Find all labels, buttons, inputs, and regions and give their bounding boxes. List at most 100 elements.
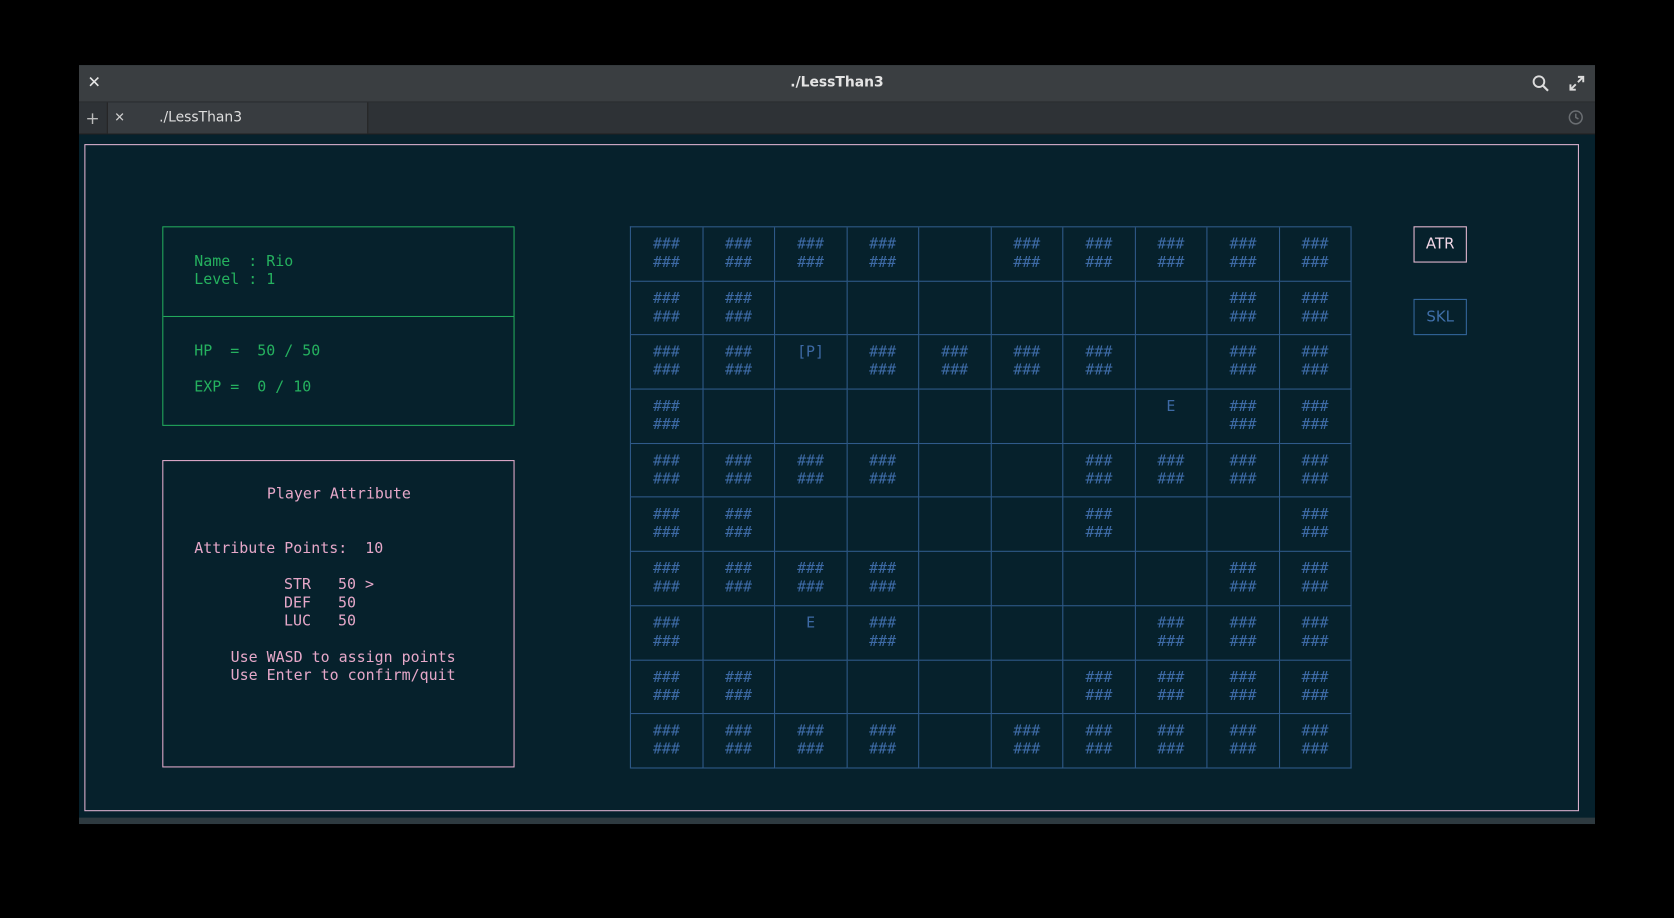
game-frame: Name : Rio Level : 1 HP = 50 / 50 EXP = … xyxy=(84,144,1579,812)
player-attribute-panel: Player Attribute Attribute Points: 10 ST… xyxy=(162,460,515,768)
map-cell-wall: ### ### xyxy=(1135,443,1208,498)
map-cell-wall: ### ### xyxy=(630,443,704,498)
map-cell-wall: ### ### xyxy=(1207,551,1280,607)
map-cell-empty xyxy=(1135,551,1208,607)
map-cell-player: [P] xyxy=(775,335,848,390)
map-cell-empty xyxy=(991,389,1064,444)
map-cell-wall: ### ### xyxy=(1207,714,1280,769)
attribute-def[interactable]: DEF 50 xyxy=(284,595,356,613)
map-cell-empty xyxy=(1135,497,1208,552)
map-cell-wall: ### ### xyxy=(703,227,776,282)
map-cell-wall: ### ### xyxy=(1207,227,1280,282)
map-cell-empty xyxy=(919,281,992,336)
map-cell-empty xyxy=(919,497,992,552)
player-level: Level : 1 xyxy=(194,271,276,289)
map-cell-wall: ### ### xyxy=(703,497,776,552)
map-cell-wall: ### ### xyxy=(1063,443,1136,498)
expand-icon[interactable] xyxy=(1567,74,1586,93)
map-cell-wall: ### ### xyxy=(1135,606,1208,661)
map-cell-wall: ### ### xyxy=(1135,660,1208,715)
map-cell-empty xyxy=(991,281,1064,336)
map-cell-wall: ### ### xyxy=(1279,551,1352,607)
map-cell-wall: ### ### xyxy=(991,714,1064,769)
map-cell-wall: ### ### xyxy=(991,335,1064,390)
map-cell-wall: ### ### xyxy=(1279,227,1352,282)
close-tab-button[interactable]: ✕ xyxy=(114,102,125,133)
map-cell-wall: ### ### xyxy=(775,714,848,769)
map-cell-wall: ### ### xyxy=(775,227,848,282)
map-cell-wall: ### ### xyxy=(847,606,920,661)
attribute-panel-title: Player Attribute xyxy=(266,485,411,503)
map-cell-empty xyxy=(991,606,1064,661)
terminal-area[interactable]: Name : Rio Level : 1 HP = 50 / 50 EXP = … xyxy=(79,134,1595,818)
new-tab-button[interactable]: + xyxy=(85,102,99,133)
map-cell-empty xyxy=(1135,281,1208,336)
attribute-luc[interactable]: LUC 50 xyxy=(284,613,356,631)
player-exp: EXP = 0 / 10 xyxy=(194,378,312,397)
map-cell-empty xyxy=(919,227,992,282)
map-cell-wall: ### ### xyxy=(847,443,920,498)
map-cell-wall: ### ### xyxy=(1207,281,1280,336)
map-cell-wall: ### ### xyxy=(1135,714,1208,769)
tab-bar: + ✕ ./LessThan3 xyxy=(79,102,1595,135)
help-enter: Use Enter to confirm/quit xyxy=(230,667,456,685)
map-cell-wall: ### ### xyxy=(703,335,776,390)
map-cell-wall: ### ### xyxy=(703,281,776,336)
skl-button[interactable]: SKL xyxy=(1413,298,1467,336)
map-cell-empty xyxy=(919,443,992,498)
map-cell-empty xyxy=(847,389,920,444)
player-name: Name : Rio xyxy=(194,252,294,271)
map-cell-empty xyxy=(991,497,1064,552)
map-cell-wall: ### ### xyxy=(630,335,704,390)
terminal-window: ✕ ./LessThan3 + ✕ ./LessThan3 Name : Rio xyxy=(79,65,1595,825)
map-cell-wall: ### ### xyxy=(1063,497,1136,552)
map-cell-empty xyxy=(775,660,848,715)
map-cell-wall: ### ### xyxy=(847,551,920,607)
map-cell-empty xyxy=(847,497,920,552)
map-cell-wall: ### ### xyxy=(1279,335,1352,390)
map-cell-wall: ### ### xyxy=(630,227,704,282)
map-cell-empty xyxy=(919,606,992,661)
map-cell-wall: ### ### xyxy=(1279,606,1352,661)
map-cell-wall: ### ### xyxy=(1063,714,1136,769)
map-cell-empty xyxy=(991,660,1064,715)
map-cell-empty xyxy=(919,714,992,769)
map-cell-wall: ### ### xyxy=(1135,227,1208,282)
player-stats-panel: Name : Rio Level : 1 HP = 50 / 50 EXP = … xyxy=(162,226,515,426)
map-cell-wall: ### ### xyxy=(703,443,776,498)
window-bottom-edge xyxy=(79,817,1595,825)
map-cell-wall: ### ### xyxy=(1279,281,1352,336)
map-cell-wall: ### ### xyxy=(1279,389,1352,444)
search-icon[interactable] xyxy=(1531,74,1550,93)
map-cell-empty xyxy=(991,551,1064,607)
map-cell-wall: ### ### xyxy=(1207,389,1280,444)
map-cell-wall: ### ### xyxy=(1279,443,1352,498)
map-cell-empty xyxy=(847,281,920,336)
map-cell-wall: ### ### xyxy=(630,281,704,336)
map-cell-wall: ### ### xyxy=(703,714,776,769)
map-cell-wall: ### ### xyxy=(1063,660,1136,715)
map-cell-empty xyxy=(703,389,776,444)
attribute-str[interactable]: STR 50 > xyxy=(284,576,374,594)
map-cell-wall: ### ### xyxy=(775,443,848,498)
tab-label: ./LessThan3 xyxy=(159,109,243,126)
title-bar: ✕ ./LessThan3 xyxy=(79,65,1595,103)
map-cell-wall: ### ### xyxy=(630,497,704,552)
map-cell-wall: ### ### xyxy=(630,714,704,769)
history-icon[interactable] xyxy=(1567,109,1584,126)
map-cell-wall: ### ### xyxy=(1279,497,1352,552)
map-cell-empty xyxy=(775,497,848,552)
map-cell-wall: ### ### xyxy=(1207,443,1280,498)
map-cell-wall: ### ### xyxy=(991,227,1064,282)
attribute-points: Attribute Points: 10 xyxy=(194,540,384,558)
map-cell-wall: ### ### xyxy=(847,227,920,282)
map-cell-wall: ### ### xyxy=(1207,335,1280,390)
map-cell-enemy: E xyxy=(775,606,848,661)
tab-lessthan3[interactable]: ✕ ./LessThan3 xyxy=(106,102,369,134)
map-cell-wall: ### ### xyxy=(1279,714,1352,769)
map-cell-wall: ### ### xyxy=(630,606,704,661)
help-wasd: Use WASD to assign points xyxy=(230,648,456,667)
map-cell-wall: ### ### xyxy=(630,551,704,607)
map-cell-wall: ### ### xyxy=(1279,660,1352,715)
atr-button[interactable]: ATR xyxy=(1413,226,1467,263)
